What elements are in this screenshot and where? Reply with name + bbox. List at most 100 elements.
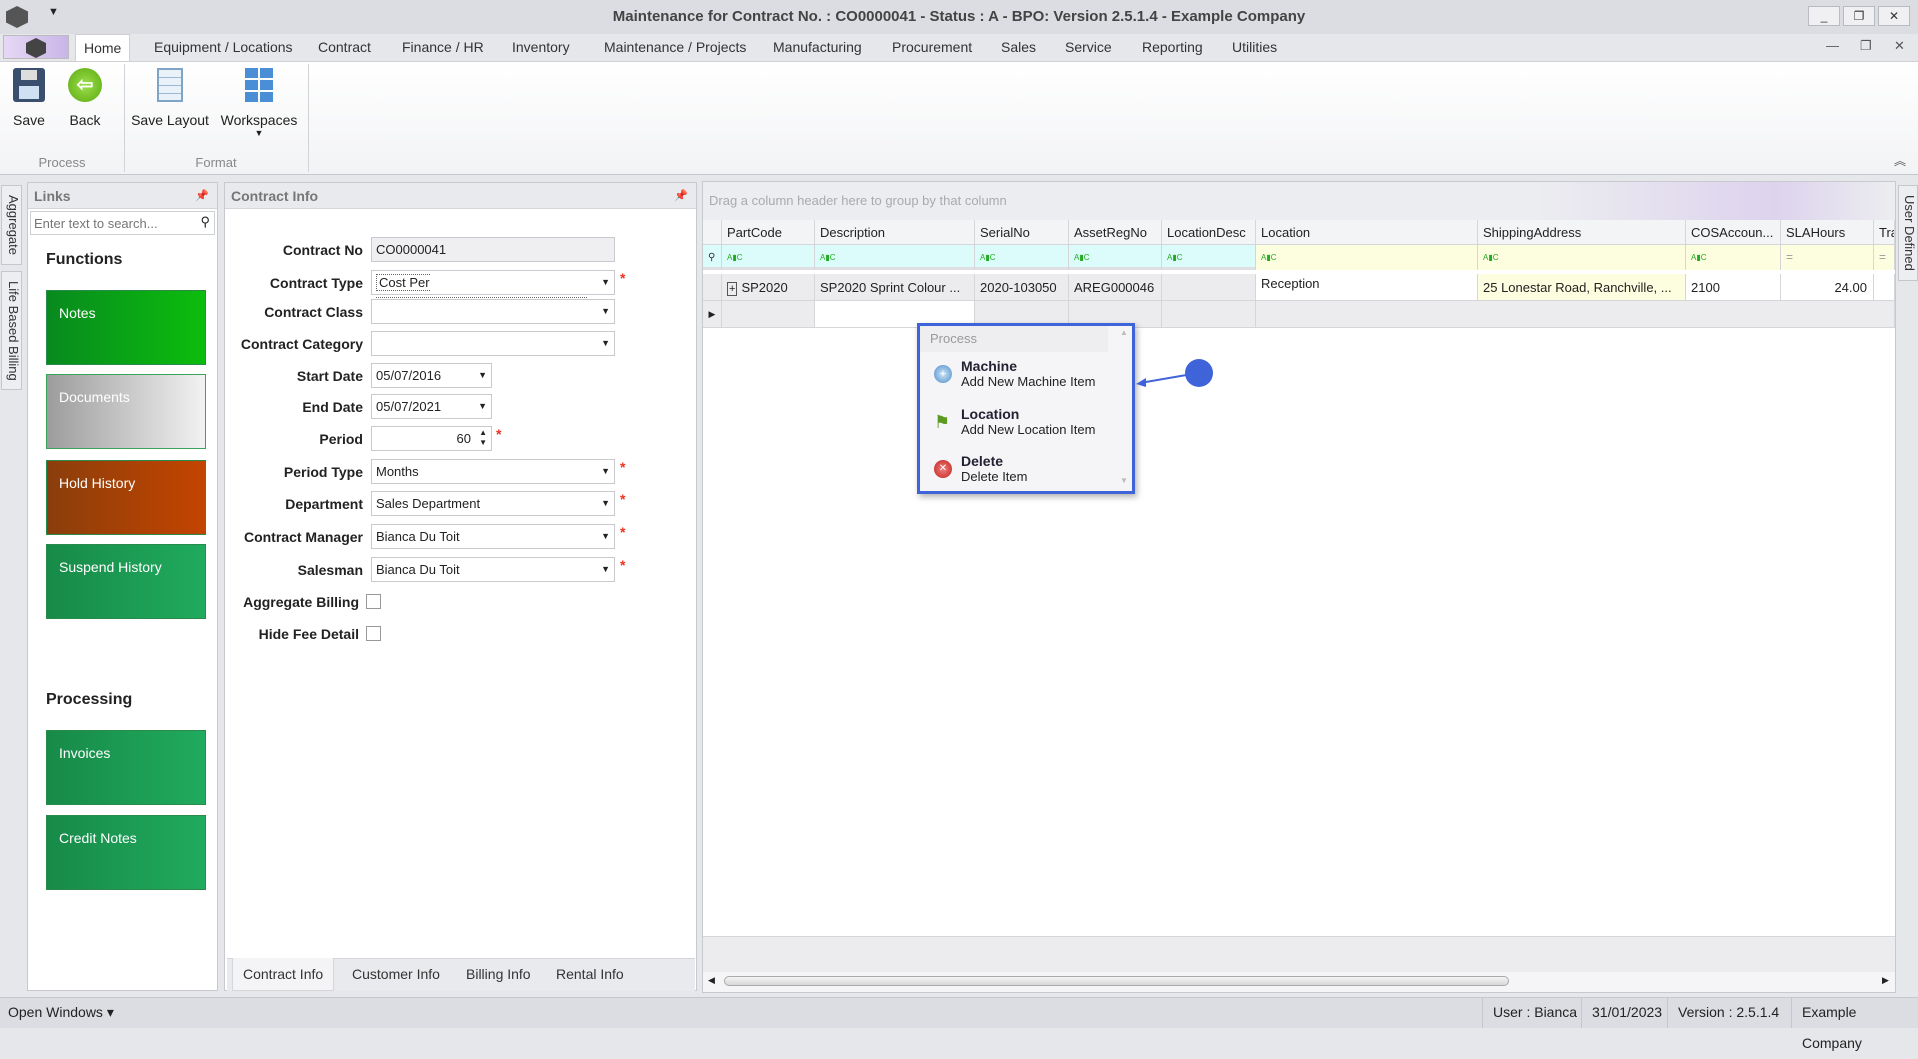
- column-header-partcode[interactable]: PartCode: [722, 220, 815, 245]
- popup-item-machine[interactable]: Machine Add New Machine Item: [961, 358, 1095, 389]
- pin-icon[interactable]: 📌: [195, 183, 209, 209]
- side-tab-user-defined[interactable]: User Defined: [1898, 185, 1918, 281]
- contract-category-dropdown[interactable]: ▼: [371, 331, 615, 356]
- contract-manager-dropdown[interactable]: Bianca Du Toit ▼: [371, 524, 615, 549]
- popup-item-location[interactable]: Location Add New Location Item: [961, 406, 1095, 437]
- filter-pin-icon[interactable]: ⚲: [703, 245, 722, 270]
- cell-slahours[interactable]: 24.00: [1781, 274, 1874, 301]
- new-row-cell[interactable]: [1162, 301, 1256, 328]
- filter-cell-cosaccount[interactable]: A▮C: [1686, 245, 1781, 270]
- tab-manufacturing[interactable]: Manufacturing: [765, 34, 870, 61]
- restore-button[interactable]: ❐: [1843, 6, 1875, 26]
- close-button[interactable]: ✕: [1878, 6, 1910, 26]
- cell-description[interactable]: SP2020 Sprint Colour ...: [815, 274, 975, 301]
- column-header-tra[interactable]: Tra: [1874, 220, 1895, 245]
- tab-finance-hr[interactable]: Finance / HR: [394, 34, 492, 61]
- filter-cell-partcode[interactable]: A▮C: [722, 245, 815, 270]
- workspaces-button[interactable]: Workspaces ▼: [218, 68, 300, 138]
- end-date-picker[interactable]: 05/07/2021 ▼: [371, 394, 492, 419]
- search-icon[interactable]: ⚲: [200, 214, 210, 230]
- mdi-minimize-button[interactable]: —: [1826, 38, 1839, 53]
- cell-locationdesc[interactable]: [1162, 274, 1256, 301]
- chevron-down-icon: ▼: [601, 564, 610, 574]
- cell-location[interactable]: Reception: [1256, 274, 1478, 301]
- tab-maintenance-projects[interactable]: Maintenance / Projects: [596, 34, 754, 61]
- open-windows-button[interactable]: Open Windows ▾: [8, 997, 114, 1028]
- filter-cell-assetregno[interactable]: A▮C: [1069, 245, 1162, 270]
- cell-assetregno[interactable]: AREG000046: [1069, 274, 1162, 301]
- tab-contract-info[interactable]: Contract Info: [232, 958, 335, 991]
- credit-notes-tile[interactable]: Credit Notes: [46, 815, 206, 890]
- cell-tra[interactable]: [1874, 274, 1895, 301]
- minimize-button[interactable]: _: [1808, 6, 1840, 26]
- hide-fee-detail-checkbox[interactable]: [366, 626, 381, 641]
- group-by-panel[interactable]: Drag a column header here to group by th…: [703, 182, 1895, 220]
- popup-scroll-up-icon[interactable]: ▲: [1120, 328, 1128, 337]
- collapse-ribbon-icon[interactable]: ︽: [1894, 152, 1906, 169]
- popup-item-delete[interactable]: Delete Delete Item: [961, 453, 1027, 484]
- filter-cell-locationdesc[interactable]: A▮C: [1162, 245, 1256, 270]
- period-type-dropdown[interactable]: Months ▼: [371, 459, 615, 484]
- back-button[interactable]: ⇦ Back: [62, 68, 108, 128]
- contract-class-dropdown[interactable]: ▼: [371, 299, 615, 324]
- side-tab-aggregate[interactable]: Aggregate: [1, 185, 22, 265]
- tab-contract[interactable]: Contract: [310, 34, 379, 61]
- scrollbar-thumb[interactable]: [724, 976, 1509, 986]
- column-header-description[interactable]: Description: [815, 220, 975, 245]
- column-header-shippingaddress[interactable]: ShippingAddress: [1478, 220, 1686, 245]
- column-header-serialno[interactable]: SerialNo: [975, 220, 1069, 245]
- links-search-input[interactable]: [31, 212, 181, 234]
- tab-customer-info[interactable]: Customer Info: [342, 958, 450, 991]
- start-date-picker[interactable]: 05/07/2016 ▼: [371, 363, 492, 388]
- scroll-right-icon[interactable]: ▶: [1882, 975, 1889, 986]
- department-dropdown[interactable]: Sales Department ▼: [371, 491, 615, 516]
- salesman-dropdown[interactable]: Bianca Du Toit ▼: [371, 557, 615, 582]
- tab-rental-info[interactable]: Rental Info: [546, 958, 634, 991]
- filter-cell-slahours[interactable]: =: [1781, 245, 1874, 270]
- tab-sales[interactable]: Sales: [993, 34, 1044, 61]
- save-layout-button[interactable]: Save Layout: [128, 68, 212, 128]
- spinner-arrows-icon[interactable]: ▲ ▼: [479, 428, 487, 448]
- tab-billing-info[interactable]: Billing Info: [456, 958, 541, 991]
- tab-inventory[interactable]: Inventory: [504, 34, 578, 61]
- cell-partcode[interactable]: + SP2020: [722, 274, 815, 301]
- contract-no-field[interactable]: CO0000041: [371, 237, 615, 262]
- invoices-tile[interactable]: Invoices: [46, 730, 206, 805]
- chevron-down-icon: ▼: [601, 277, 610, 287]
- column-header-location[interactable]: Location: [1256, 220, 1478, 245]
- mdi-restore-button[interactable]: ❐: [1860, 38, 1872, 54]
- filter-cell-tra[interactable]: =: [1874, 245, 1895, 270]
- mdi-close-button[interactable]: ✕: [1894, 38, 1905, 54]
- pin-icon[interactable]: 📌: [674, 183, 688, 209]
- new-row-cell[interactable]: [1256, 301, 1895, 328]
- tab-procurement[interactable]: Procurement: [884, 34, 980, 61]
- cell-cosaccount[interactable]: 2100: [1686, 274, 1781, 301]
- cell-serialno[interactable]: 2020-103050: [975, 274, 1069, 301]
- filter-cell-description[interactable]: A▮C: [815, 245, 975, 270]
- filter-cell-location[interactable]: A▮C: [1256, 245, 1478, 270]
- side-tab-life-based-billing[interactable]: Life Based Billing: [1, 271, 22, 390]
- column-header-cosaccount[interactable]: COSAccoun...: [1686, 220, 1781, 245]
- aggregate-billing-checkbox[interactable]: [366, 594, 381, 609]
- app-menu-button[interactable]: [3, 35, 69, 59]
- popup-scroll-down-icon[interactable]: ▼: [1120, 476, 1128, 485]
- tab-equipment-locations[interactable]: Equipment / Locations: [146, 34, 301, 61]
- scroll-left-icon[interactable]: ◀: [708, 975, 715, 986]
- new-row-cell[interactable]: [722, 301, 815, 328]
- notes-tile[interactable]: Notes: [46, 290, 206, 365]
- tab-utilities[interactable]: Utilities: [1224, 34, 1285, 61]
- links-search-box[interactable]: ⚲: [30, 211, 215, 235]
- contract-type-dropdown[interactable]: Cost Per Copy▼: [371, 270, 615, 314]
- period-spinner[interactable]: 60 ▲ ▼: [371, 426, 492, 451]
- column-header-locationdesc[interactable]: LocationDesc: [1162, 220, 1256, 245]
- tab-service[interactable]: Service: [1057, 34, 1120, 61]
- tab-home[interactable]: Home: [75, 34, 131, 61]
- filter-cell-serialno[interactable]: A▮C: [975, 245, 1069, 270]
- filter-cell-shippingaddress[interactable]: A▮C: [1478, 245, 1686, 270]
- column-header-slahours[interactable]: SLAHours: [1781, 220, 1874, 245]
- cell-shippingaddress[interactable]: 25 Lonestar Road, Ranchville, ...: [1478, 274, 1686, 301]
- column-header-assetregno[interactable]: AssetRegNo: [1069, 220, 1162, 245]
- tab-reporting[interactable]: Reporting: [1134, 34, 1211, 61]
- save-button[interactable]: Save: [6, 68, 52, 128]
- expand-icon[interactable]: +: [727, 282, 738, 296]
